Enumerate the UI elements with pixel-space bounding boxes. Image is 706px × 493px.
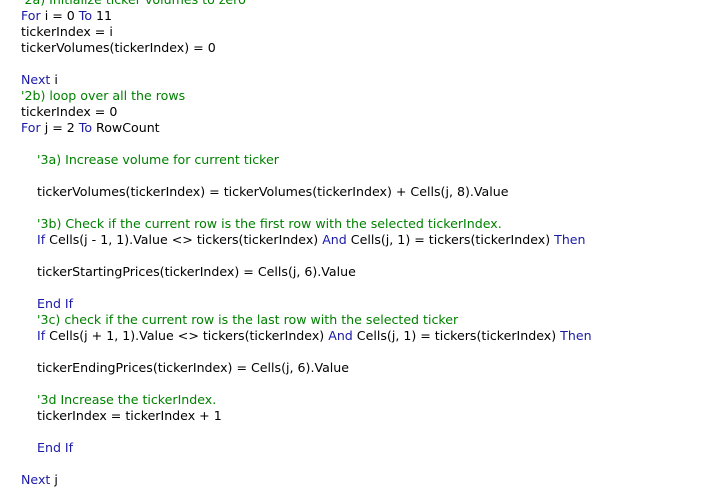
- code-line: '2a) Initialize ticker volumes to zero: [0, 0, 706, 8]
- code-keyword: And: [328, 328, 353, 343]
- code-text: RowCount: [92, 120, 160, 135]
- code-keyword: To: [78, 120, 93, 135]
- code-line: '3c) check if the current row is the las…: [0, 312, 706, 328]
- code-text: tickerEndingPrices(tickerIndex) = Cells(…: [37, 360, 350, 375]
- code-editor[interactable]: '2a) Initialize ticker volumes to zeroFo…: [0, 0, 706, 488]
- code-text: Cells(j, 1) = tickers(tickerIndex): [346, 232, 555, 247]
- code-keyword: And: [322, 232, 347, 247]
- code-line: '2b) loop over all the rows: [0, 88, 706, 104]
- code-text: j = 2: [40, 120, 79, 135]
- code-line: tickerEndingPrices(tickerIndex) = Cells(…: [0, 360, 706, 376]
- code-keyword: If: [37, 328, 46, 343]
- code-line: End If: [0, 296, 706, 312]
- code-line: If Cells(j + 1, 1).Value <> tickers(tick…: [0, 328, 706, 344]
- code-keyword: Then: [554, 232, 586, 247]
- code-text: tickerIndex = i: [21, 24, 113, 39]
- code-text: i = 0: [40, 8, 79, 23]
- code-line: Next j: [0, 472, 706, 488]
- code-line: Next i: [0, 72, 706, 88]
- code-keyword: To: [78, 8, 93, 23]
- code-comment: '3c) check if the current row is the las…: [37, 312, 459, 327]
- code-text: i: [50, 72, 58, 87]
- code-line: tickerIndex = tickerIndex + 1: [0, 408, 706, 424]
- code-keyword: If: [37, 232, 46, 247]
- code-keyword: Next: [21, 72, 51, 87]
- code-text: tickerIndex = tickerIndex + 1: [37, 408, 222, 423]
- code-text: Cells(j, 1) = tickers(tickerIndex): [352, 328, 561, 343]
- code-comment: '3a) Increase volume for current ticker: [37, 152, 279, 167]
- code-text: tickerVolumes(tickerIndex) = tickerVolum…: [37, 184, 509, 199]
- code-text: Cells(j + 1, 1).Value <> tickers(tickerI…: [45, 328, 329, 343]
- code-text: Cells(j - 1, 1).Value <> tickers(tickerI…: [45, 232, 323, 247]
- code-line: If Cells(j - 1, 1).Value <> tickers(tick…: [0, 232, 706, 248]
- code-text: 11: [92, 8, 113, 23]
- code-line: '3b) Check if the current row is the fir…: [0, 216, 706, 232]
- code-text: tickerStartingPrices(tickerIndex) = Cell…: [37, 264, 356, 279]
- code-text: tickerVolumes(tickerIndex) = 0: [21, 40, 216, 55]
- code-line: tickerVolumes(tickerIndex) = 0: [0, 40, 706, 56]
- code-comment: '2b) loop over all the rows: [21, 88, 186, 103]
- code-line: '3d Increase the tickerIndex.: [0, 392, 706, 408]
- code-keyword: End If: [37, 296, 74, 311]
- code-line: For i = 0 To 11: [0, 8, 706, 24]
- code-comment: '3d Increase the tickerIndex.: [37, 392, 217, 407]
- code-line: For j = 2 To RowCount: [0, 120, 706, 136]
- code-line: tickerVolumes(tickerIndex) = tickerVolum…: [0, 184, 706, 200]
- code-comment: '3b) Check if the current row is the fir…: [37, 216, 502, 231]
- code-keyword: End If: [37, 440, 74, 455]
- code-line: End If: [0, 440, 706, 456]
- code-text: j: [50, 472, 58, 487]
- code-line: tickerStartingPrices(tickerIndex) = Cell…: [0, 264, 706, 280]
- code-text: tickerIndex = 0: [21, 104, 118, 119]
- code-keyword: For: [21, 8, 41, 23]
- code-keyword: For: [21, 120, 41, 135]
- code-keyword: Then: [560, 328, 592, 343]
- code-line: '3a) Increase volume for current ticker: [0, 152, 706, 168]
- code-comment: '2a) Initialize ticker volumes to zero: [21, 0, 246, 7]
- code-keyword: Next: [21, 472, 51, 487]
- code-line: tickerIndex = i: [0, 24, 706, 40]
- code-line: tickerIndex = 0: [0, 104, 706, 120]
